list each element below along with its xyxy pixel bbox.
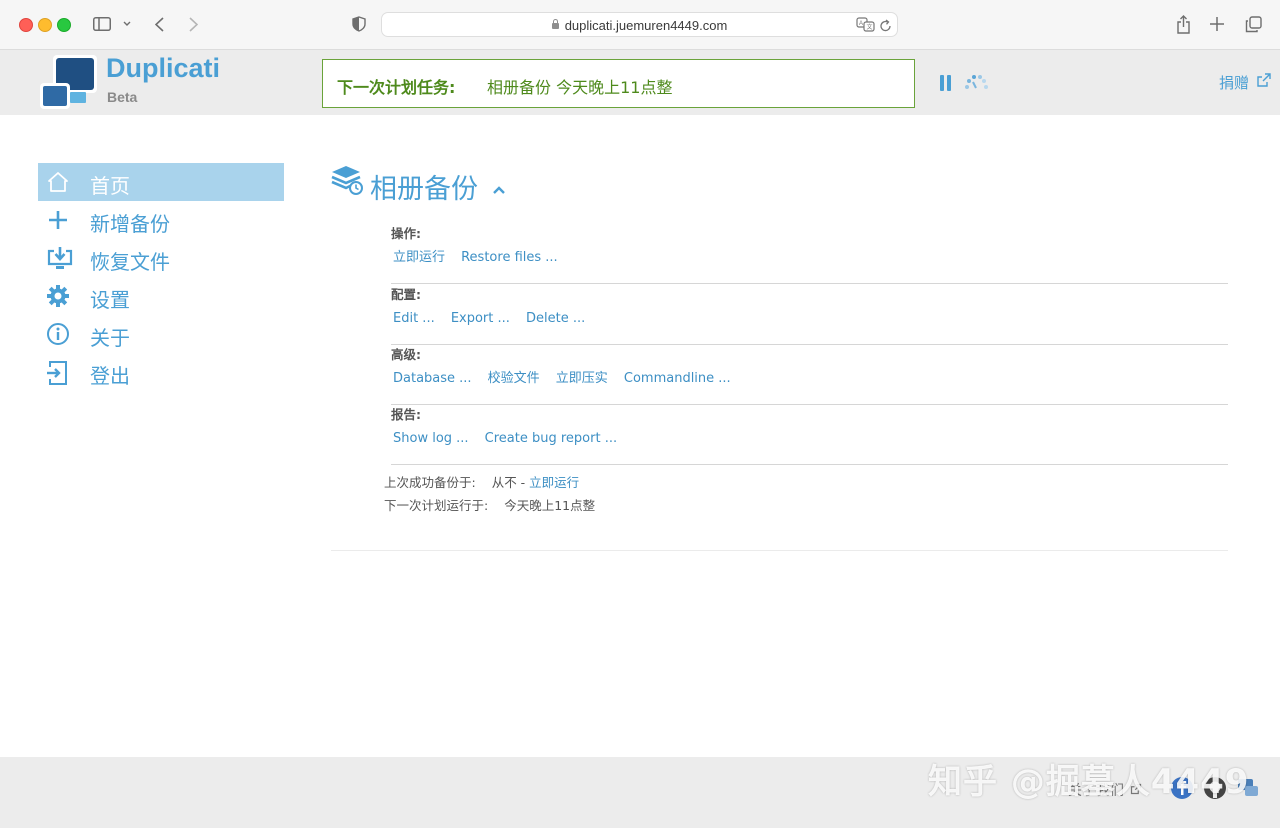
last-success-row: 上次成功备份于: 从不 - 立即运行 — [384, 472, 579, 491]
throttle-icon[interactable] — [963, 73, 989, 93]
brand-name[interactable]: Duplicati — [106, 53, 220, 84]
share-icon[interactable] — [1174, 12, 1192, 36]
watermark: 知乎 @掘墓人4449 — [928, 762, 1250, 802]
chevron-down-icon[interactable] — [121, 12, 133, 36]
edit-link[interactable]: Edit ... — [393, 311, 435, 326]
pause-icon[interactable] — [940, 75, 952, 91]
gear-icon — [46, 284, 70, 308]
advanced-section: 高级: Database ... 校验文件 立即压实 Commandline .… — [391, 344, 1228, 405]
address-bar[interactable]: duplicati.juemuren4449.com A文 — [381, 12, 898, 37]
zoom-window-button[interactable] — [57, 18, 71, 32]
home-icon — [46, 170, 70, 194]
plus-icon — [46, 208, 70, 232]
sidebar-item-add-backup[interactable]: 新增备份 — [38, 201, 284, 239]
section-label: 高级: — [391, 347, 421, 362]
donate-link[interactable]: 捐赠 — [1219, 72, 1249, 93]
svg-text:文: 文 — [867, 23, 873, 31]
translate-icon[interactable]: A文 — [856, 17, 876, 36]
last-success-run-now-link[interactable]: 立即运行 — [529, 475, 579, 490]
restore-icon — [46, 246, 73, 270]
show-log-link[interactable]: Show log ... — [393, 431, 469, 446]
next-schedule-banner: 下一次计划任务: 相册备份 今天晚上11点整 — [322, 59, 915, 108]
sidebar-item-label: 设置 — [90, 288, 130, 312]
next-run-label: 下一次计划运行于: — [384, 498, 489, 513]
verify-files-link[interactable]: 校验文件 — [488, 371, 540, 386]
url-text: duplicati.juemuren4449.com — [564, 18, 728, 33]
info-icon — [46, 322, 70, 346]
export-link[interactable]: Export ... — [451, 311, 510, 326]
last-success-value: 从不 - — [491, 475, 526, 490]
next-run-row: 下一次计划运行于: 今天晚上11点整 — [384, 495, 595, 514]
restore-files-link[interactable]: Restore files ... — [461, 250, 558, 265]
last-success-label: 上次成功备份于: — [384, 475, 476, 490]
configuration-section: 配置: Edit ... Export ... Delete ... — [391, 284, 1228, 345]
divider — [331, 550, 1228, 551]
section-label: 报告: — [391, 407, 421, 422]
delete-link[interactable]: Delete ... — [526, 311, 585, 326]
close-window-button[interactable] — [19, 18, 33, 32]
sidebar-item-logout[interactable]: 登出 — [38, 353, 284, 391]
reload-icon[interactable] — [879, 18, 892, 37]
sidebar-item-restore[interactable]: 恢复文件 — [38, 239, 284, 277]
section-label: 配置: — [391, 287, 421, 302]
sidebar-item-about[interactable]: 关于 — [38, 315, 284, 353]
minimize-window-button[interactable] — [38, 18, 52, 32]
schedule-label: 下一次计划任务: — [337, 78, 456, 97]
compact-now-link[interactable]: 立即压实 — [556, 371, 608, 386]
logout-icon — [46, 360, 70, 385]
commandline-link[interactable]: Commandline ... — [624, 371, 731, 386]
sidebar-item-label: 恢复文件 — [90, 250, 170, 274]
back-icon[interactable] — [152, 12, 166, 36]
sidebar-item-label: 关于 — [90, 326, 130, 350]
section-label: 操作: — [391, 226, 421, 241]
forward-icon[interactable] — [186, 12, 200, 36]
sidebar-toggle-icon[interactable] — [92, 12, 112, 36]
lock-icon — [551, 19, 559, 29]
browser-toolbar: duplicati.juemuren4449.com A文 — [0, 0, 1280, 50]
svg-text:A: A — [859, 21, 863, 27]
chevron-up-icon[interactable] — [492, 180, 506, 199]
reporting-section: 报告: Show log ... Create bug report ... — [391, 404, 1228, 465]
tab-overview-icon[interactable] — [1243, 12, 1263, 36]
duplicati-logo[interactable] — [40, 55, 100, 110]
backup-stack-icon — [330, 163, 364, 197]
operations-section: 操作: 立即运行 Restore files ... — [391, 223, 1228, 284]
privacy-shield-icon[interactable] — [350, 12, 368, 36]
sidebar-item-label: 新增备份 — [90, 212, 170, 236]
next-run-value: 今天晚上11点整 — [504, 498, 596, 513]
sidebar-item-home[interactable]: 首页 — [38, 163, 284, 201]
sidebar-item-settings[interactable]: 设置 — [38, 277, 284, 315]
create-bug-report-link[interactable]: Create bug report ... — [485, 431, 617, 446]
sidebar-item-label: 登出 — [90, 364, 130, 388]
sidebar-item-label: 首页 — [90, 174, 130, 198]
external-link-icon — [1256, 72, 1272, 92]
new-tab-icon[interactable] — [1208, 12, 1226, 36]
schedule-value: 相册备份 今天晚上11点整 — [487, 78, 673, 97]
beta-badge: Beta — [107, 89, 138, 105]
database-link[interactable]: Database ... — [393, 371, 472, 386]
backup-title[interactable]: 相册备份 — [370, 167, 478, 206]
run-now-link[interactable]: 立即运行 — [393, 250, 445, 265]
